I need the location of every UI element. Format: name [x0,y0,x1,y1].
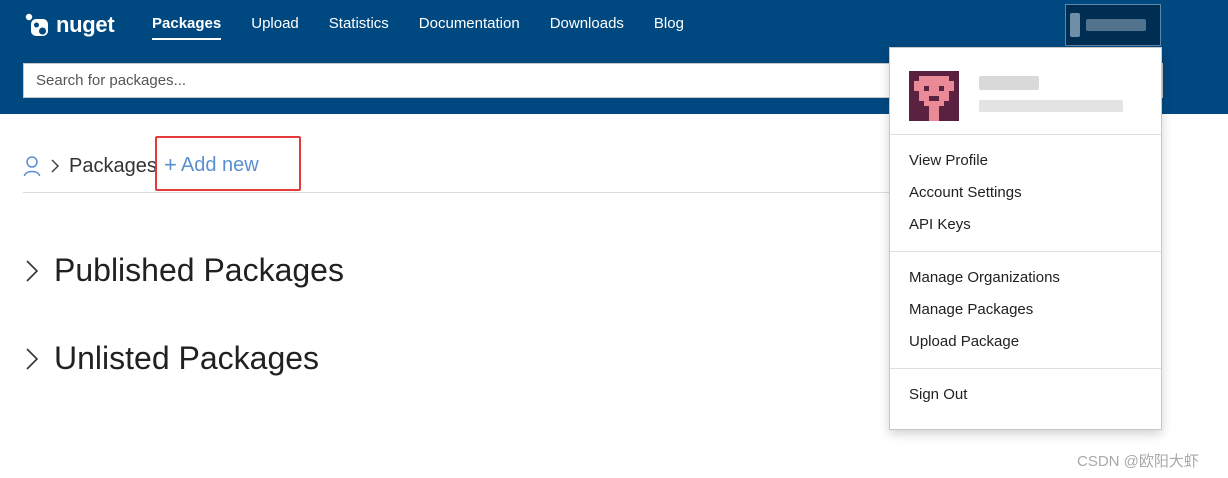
unlisted-packages-section[interactable]: Unlisted Packages [24,340,319,377]
account-header [890,48,1161,134]
nuget-logo-icon [25,13,48,36]
unlisted-packages-heading: Unlisted Packages [54,340,320,376]
menu-divider [890,368,1161,369]
plus-icon: + [164,152,177,177]
menu-divider [890,251,1161,252]
menu-upload-package[interactable]: Upload Package [909,332,1019,352]
account-menu-button[interactable] [1065,4,1161,46]
add-new-package-link[interactable]: + Add new [164,152,259,178]
blurred-display-name [979,76,1039,90]
account-dropdown-menu: View Profile Account Settings API Keys M… [889,47,1162,430]
published-packages-heading: Published Packages [54,252,344,288]
nav-upload[interactable]: Upload [251,14,299,40]
menu-account-settings[interactable]: Account Settings [909,183,1022,203]
menu-manage-organizations[interactable]: Manage Organizations [909,268,1060,288]
menu-manage-packages[interactable]: Manage Packages [909,300,1033,320]
breadcrumb-current: Packages [69,154,157,177]
blurred-email [979,100,1123,112]
menu-view-profile[interactable]: View Profile [909,151,988,171]
chevron-right-icon [26,259,39,282]
chevron-right-icon [26,347,39,370]
chevron-right-icon [51,159,60,173]
user-icon[interactable] [23,155,41,177]
blurred-username [1070,13,1080,37]
published-packages-section[interactable]: Published Packages [24,252,344,289]
menu-divider [890,134,1161,135]
nav-documentation[interactable]: Documentation [419,14,520,40]
menu-api-keys[interactable]: API Keys [909,215,971,235]
avatar [909,71,959,121]
nuget-logo-link[interactable]: nuget [24,11,115,39]
breadcrumb: Packages [23,150,157,182]
blurred-username-text [1086,19,1146,31]
breadcrumb-divider [23,192,889,193]
brand-name: nuget [56,12,115,37]
nav-downloads[interactable]: Downloads [550,14,624,40]
nav-statistics[interactable]: Statistics [329,14,389,40]
menu-sign-out[interactable]: Sign Out [909,385,967,405]
add-new-label: Add new [180,153,259,176]
nav-packages[interactable]: Packages [152,14,222,40]
main-nav: Packages Upload Statistics Documentation… [152,14,714,40]
nav-blog[interactable]: Blog [654,14,684,40]
watermark: CSDN @欧阳大虾 [1077,453,1199,470]
